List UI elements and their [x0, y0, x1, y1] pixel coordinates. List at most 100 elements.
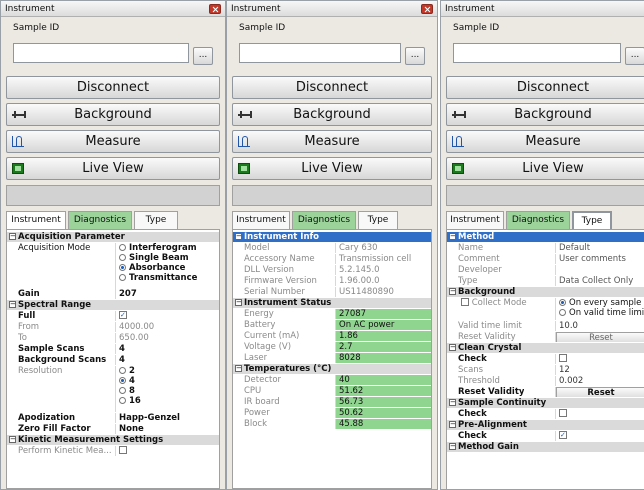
live-view-button[interactable]: Live View	[232, 157, 432, 180]
row-name[interactable]: Name Default	[447, 243, 644, 253]
browse-button[interactable]: ...	[625, 47, 644, 65]
row-developer[interactable]: Developer	[447, 265, 644, 275]
collapse-icon[interactable]: −	[9, 436, 16, 443]
row-check-clean[interactable]: Check	[447, 354, 644, 364]
tab-instrument[interactable]: Instrument	[6, 211, 66, 229]
category-background[interactable]: − Background	[447, 287, 644, 297]
disconnect-button[interactable]: Disconnect	[446, 76, 644, 99]
row-comment[interactable]: Comment User comments	[447, 254, 644, 264]
row-model: Model Cary 630	[233, 243, 431, 253]
collapse-icon[interactable]: −	[449, 344, 456, 351]
row-check-continuity[interactable]: Check	[447, 409, 644, 419]
background-scans-value[interactable]: 4	[115, 355, 219, 365]
row-scans[interactable]: Scans 12	[447, 365, 644, 375]
row-to[interactable]: To 650.00	[7, 333, 219, 343]
radio-res-8[interactable]: 8	[119, 386, 219, 396]
tab-type[interactable]: Type	[572, 211, 612, 229]
apodization-value[interactable]: Happ-Genzel	[115, 413, 219, 423]
radio-interferogram[interactable]: Interferogram	[119, 243, 219, 253]
radio-every-sample[interactable]: On every sample	[559, 298, 644, 308]
collapse-icon[interactable]: −	[9, 233, 16, 240]
radio-absorbance[interactable]: Absorbance	[119, 263, 219, 273]
collapse-icon[interactable]: −	[235, 233, 242, 240]
continuity-check-checkbox[interactable]	[559, 409, 567, 417]
measure-button[interactable]: Measure	[6, 130, 220, 153]
collapse-icon[interactable]: −	[449, 421, 456, 428]
from-value[interactable]: 4000.00	[115, 322, 219, 332]
row-gain[interactable]: Gain 207	[7, 289, 219, 299]
row-apodization[interactable]: Apodization Happ-Genzel	[7, 413, 219, 423]
row-type[interactable]: Type Data Collect Only	[447, 276, 644, 286]
radio-res-16[interactable]: 16	[119, 396, 219, 406]
live-view-button[interactable]: Live View	[446, 157, 644, 180]
tab-diagnostics[interactable]: Diagnostics	[506, 211, 570, 229]
category-temperatures[interactable]: − Temperatures (°C)	[233, 364, 431, 374]
sample-id-input[interactable]	[239, 43, 401, 63]
radio-res-2[interactable]: 2	[119, 366, 219, 376]
category-pre-alignment[interactable]: − Pre-Alignment	[447, 420, 644, 430]
to-value[interactable]: 650.00	[115, 333, 219, 343]
tab-type[interactable]: Type	[134, 211, 178, 229]
row-zero-fill[interactable]: Zero Fill Factor None	[7, 424, 219, 434]
perform-kinetic-checkbox[interactable]	[119, 446, 127, 454]
row-check-alignment[interactable]: Check	[447, 431, 644, 441]
live-view-button[interactable]: Live View	[6, 157, 220, 180]
row-from[interactable]: From 4000.00	[7, 322, 219, 332]
row-full[interactable]: Full	[7, 311, 219, 321]
disconnect-button[interactable]: Disconnect	[232, 76, 432, 99]
sample-id-input[interactable]	[453, 43, 621, 63]
reset-button-2[interactable]: Reset	[556, 387, 644, 397]
collapse-icon[interactable]: −	[449, 443, 456, 450]
close-icon[interactable]	[209, 4, 221, 14]
gain-value[interactable]: 207	[115, 289, 219, 299]
clean-check-checkbox[interactable]	[559, 354, 567, 362]
tab-instrument[interactable]: Instrument	[446, 211, 504, 229]
tab-instrument[interactable]: Instrument	[232, 211, 290, 229]
collapse-icon[interactable]: −	[235, 365, 242, 372]
row-threshold[interactable]: Threshold 0.002	[447, 376, 644, 386]
collapse-icon[interactable]: −	[449, 288, 456, 295]
row-perform-kinetic[interactable]: Perform Kinetic Mea...	[7, 446, 219, 456]
alignment-check-checkbox[interactable]	[559, 431, 567, 440]
category-sample-continuity[interactable]: − Sample Continuity	[447, 398, 644, 408]
category-acquisition[interactable]: − Acquisition Parameter	[7, 232, 219, 242]
category-spectral-range[interactable]: − Spectral Range	[7, 300, 219, 310]
measure-button[interactable]: Measure	[232, 130, 432, 153]
browse-button[interactable]: ...	[405, 47, 425, 65]
radio-single-beam[interactable]: Single Beam	[119, 253, 219, 263]
collect-mode-checkbox[interactable]	[461, 298, 469, 306]
collapse-icon[interactable]: −	[449, 399, 456, 406]
reset-button-1[interactable]: Reset	[556, 332, 644, 342]
sample-id-input[interactable]	[13, 43, 189, 63]
row-background-scans[interactable]: Background Scans 4	[7, 355, 219, 365]
title-bar: Instrument	[227, 1, 437, 17]
background-button[interactable]: Background	[6, 103, 220, 126]
disconnect-button[interactable]: Disconnect	[6, 76, 220, 99]
category-kinetic[interactable]: − Kinetic Measurement Settings	[7, 435, 219, 445]
category-method-gain[interactable]: − Method Gain	[447, 442, 644, 452]
category-clean-crystal[interactable]: − Clean Crystal	[447, 343, 644, 353]
tab-diagnostics[interactable]: Diagnostics	[292, 211, 356, 229]
category-instrument-status[interactable]: − Instrument Status	[233, 298, 431, 308]
tab-type[interactable]: Type	[358, 211, 398, 229]
full-checkbox[interactable]	[119, 311, 127, 320]
background-button[interactable]: Background	[232, 103, 432, 126]
measure-button[interactable]: Measure	[446, 130, 644, 153]
collapse-icon[interactable]: −	[449, 233, 456, 240]
background-button[interactable]: Background	[446, 103, 644, 126]
category-instrument-info[interactable]: − Instrument Info	[233, 232, 431, 242]
radio-transmittance[interactable]: Transmittance	[119, 273, 219, 283]
collapse-icon[interactable]: −	[235, 299, 242, 306]
category-method[interactable]: − Method	[447, 232, 644, 242]
sample-scans-value[interactable]: 4	[115, 344, 219, 354]
browse-button[interactable]: ...	[193, 47, 213, 65]
collapse-icon[interactable]: −	[9, 301, 16, 308]
radio-valid-time[interactable]: On valid time limit	[559, 308, 644, 318]
row-sample-scans[interactable]: Sample Scans 4	[7, 344, 219, 354]
radio-res-4[interactable]: 4	[119, 376, 219, 386]
title-bar: Instrument	[441, 1, 644, 17]
close-icon[interactable]	[421, 4, 433, 14]
zero-fill-value[interactable]: None	[115, 424, 219, 434]
tab-diagnostics[interactable]: Diagnostics	[68, 211, 132, 229]
row-valid-time[interactable]: Valid time limit 10.0	[447, 321, 644, 331]
